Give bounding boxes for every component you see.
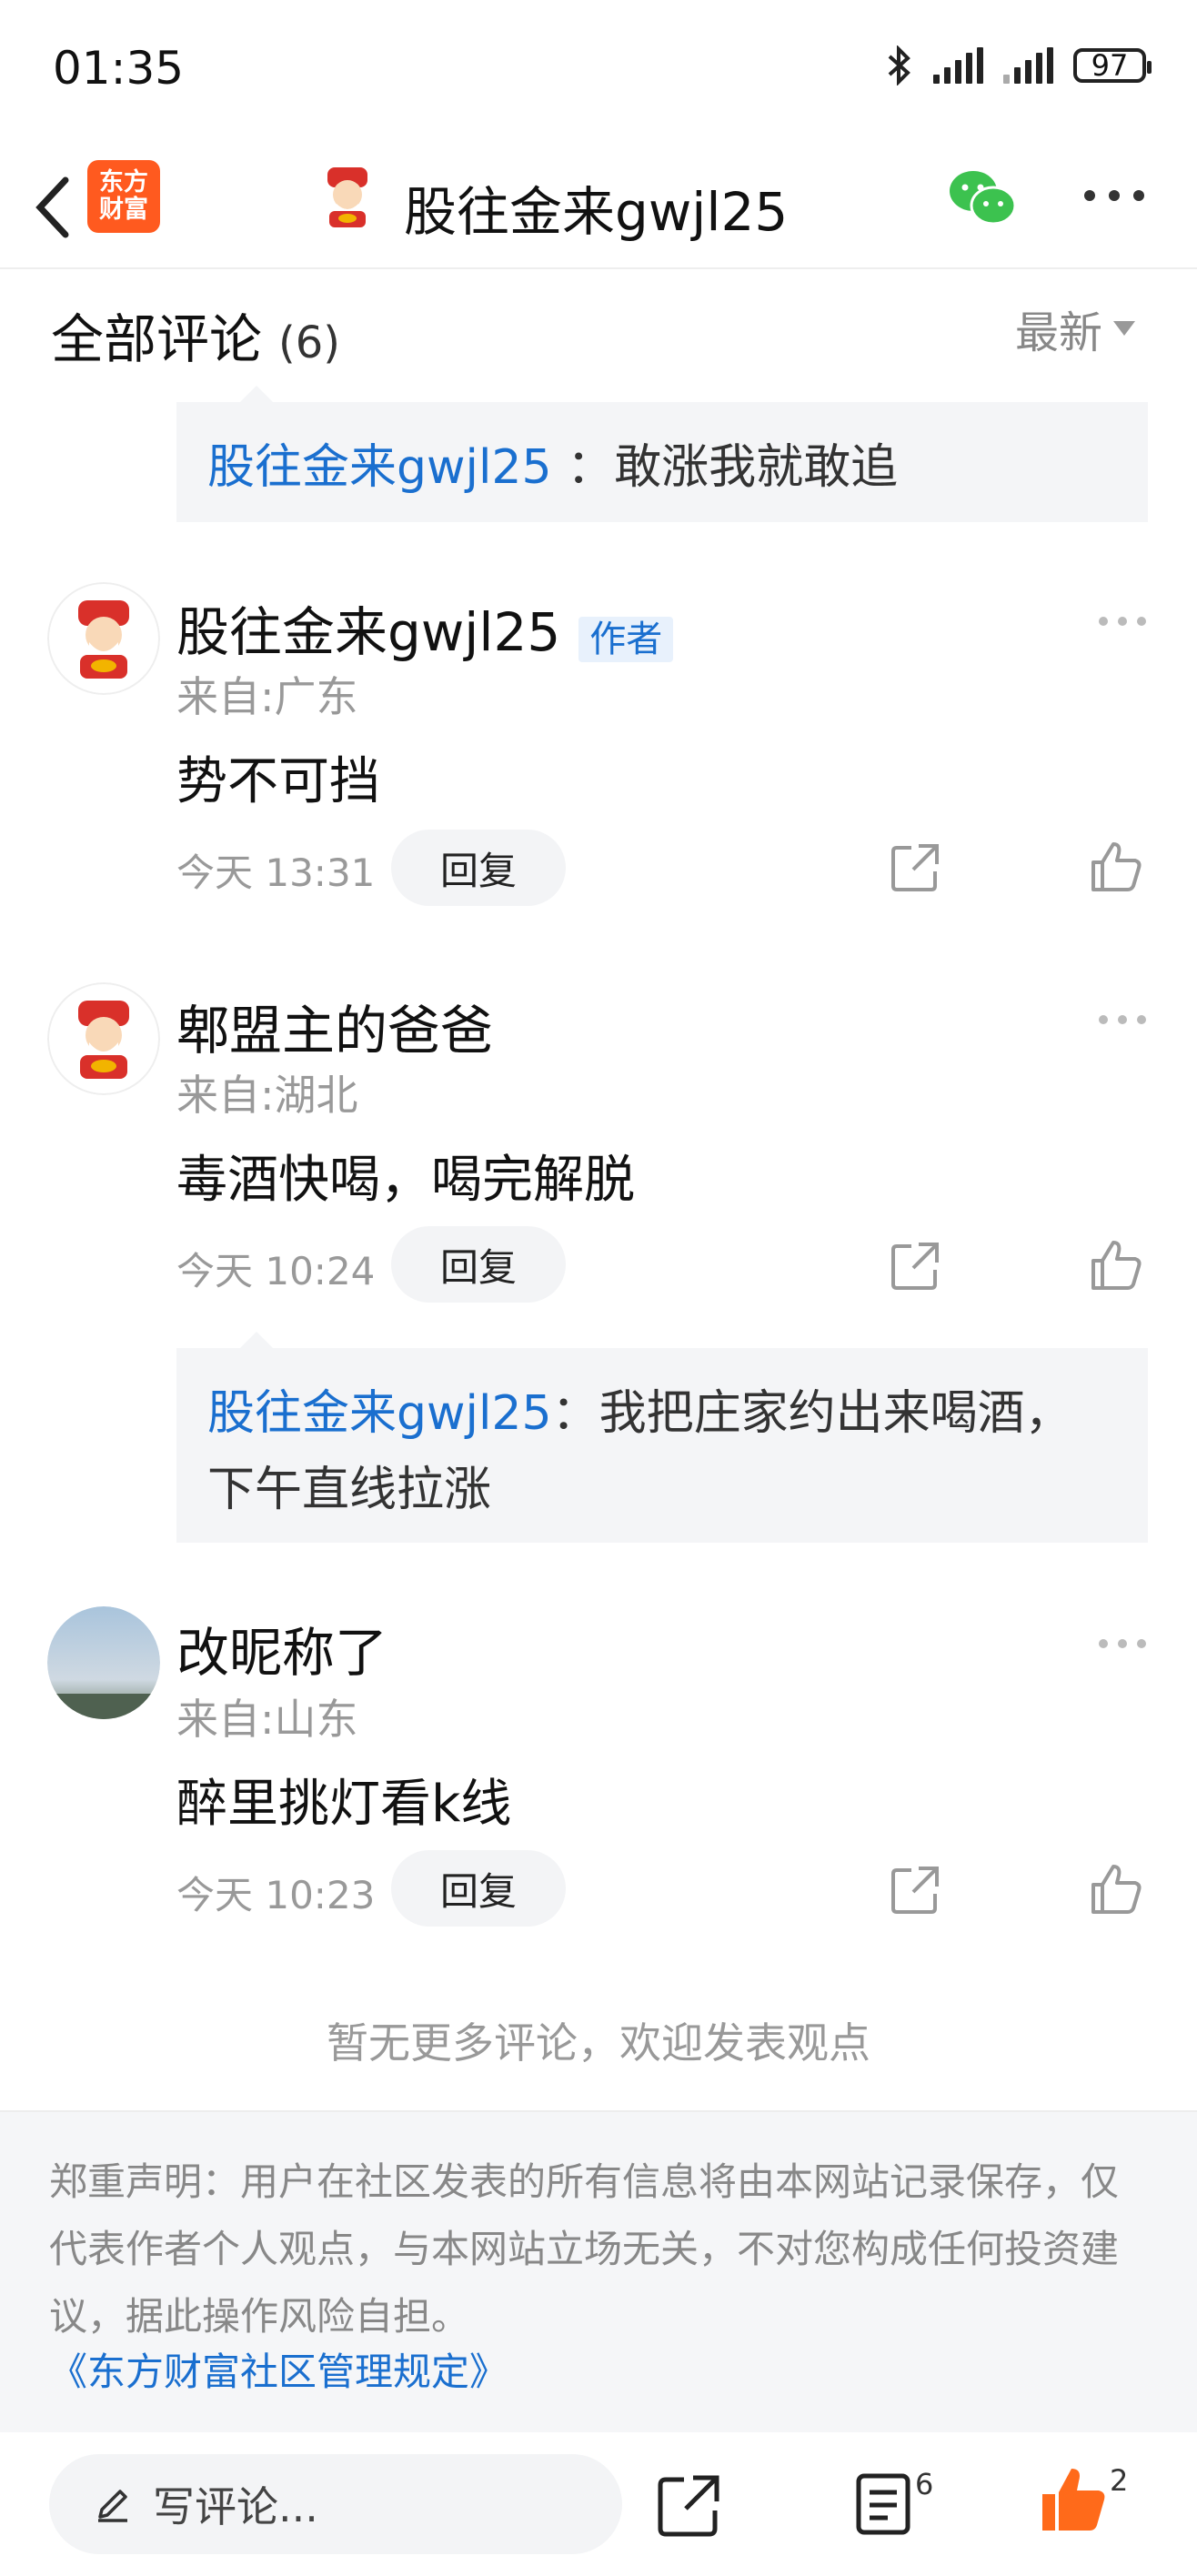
user-avatar-icon[interactable]: [315, 164, 380, 229]
reply-button[interactable]: 回复: [391, 1226, 566, 1303]
wechat-share-icon[interactable]: [946, 166, 1019, 229]
battery-level: 97: [1091, 48, 1129, 83]
brand-logo[interactable]: 东方 财富: [87, 160, 160, 233]
comment-time: 今天 13:31: [176, 850, 376, 895]
brand-line1: 东方: [99, 168, 148, 196]
comment-location: 来自:湖北: [176, 1071, 358, 1120]
comment-time: 今天 10:24: [176, 1249, 376, 1293]
username-text[interactable]: 股往金来gwjl25: [176, 601, 560, 663]
thumbs-up-icon: [1042, 2469, 1105, 2531]
sort-label: 最新: [1015, 307, 1103, 358]
comment-time: 今天 10:23: [176, 1873, 376, 1917]
quoted-username[interactable]: 股往金来gwjl25: [207, 440, 552, 495]
share-icon[interactable]: [655, 2472, 722, 2540]
reply-button[interactable]: 回复: [391, 830, 566, 906]
battery-icon: 97: [1073, 48, 1152, 83]
comment-location: 来自:山东: [176, 1695, 358, 1744]
dropdown-triangle-icon: [1113, 321, 1136, 336]
back-icon[interactable]: [27, 171, 82, 244]
comment-input-placeholder: 写评论...: [153, 2482, 318, 2531]
author-badge: 作者: [578, 616, 674, 662]
signal-icon: [933, 47, 983, 84]
sort-dropdown[interactable]: 最新: [1015, 297, 1136, 360]
no-more-comments: 暂无更多评论，欢迎发表观点: [327, 2018, 870, 2068]
reply-button[interactable]: 回复: [391, 1850, 566, 1927]
quoted-reply[interactable]: 股往金来gwjl25：我把庄家约出来喝酒，下午直线拉涨: [176, 1332, 1148, 1543]
like-button[interactable]: 2: [1037, 2463, 1128, 2536]
like-icon[interactable]: [1088, 1861, 1144, 1917]
comments-section-title: 全部评论 (6): [51, 297, 340, 373]
comment-more-icon[interactable]: [1097, 615, 1148, 628]
share-icon[interactable]: [888, 1239, 942, 1293]
page-title: 股往金来gwjl25: [404, 181, 789, 243]
share-icon[interactable]: [888, 1863, 942, 1917]
avatar[interactable]: [47, 982, 160, 1095]
comments-title: 全部评论: [51, 308, 263, 370]
comment-username[interactable]: 郫盟主的爸爸: [176, 988, 493, 1064]
quoted-text: ：敢涨我就敢追: [567, 440, 899, 495]
community-rules-link[interactable]: 《东方财富社区管理规定》: [49, 2341, 508, 2397]
avatar[interactable]: [47, 1606, 160, 1719]
comment-content: 势不可挡: [176, 752, 380, 811]
like-icon[interactable]: [1088, 839, 1144, 895]
avatar[interactable]: [47, 582, 160, 695]
comment-content: 醉里挑灯看k线: [176, 1775, 512, 1834]
comment-list-icon: [856, 2473, 910, 2535]
comments-count: (6): [278, 317, 341, 368]
comment-username[interactable]: 改昵称了: [176, 1610, 387, 1686]
quoted-reply[interactable]: 股往金来gwjl25 ：敢涨我就敢追: [176, 386, 1148, 522]
pencil-icon: [98, 2490, 127, 2522]
comment-list-button[interactable]: 6: [855, 2467, 933, 2536]
comment-username[interactable]: 股往金来gwjl25 作者: [176, 589, 674, 666]
comment-input[interactable]: 写评论...: [49, 2454, 622, 2554]
comment-content: 毒酒快喝，喝完解脱: [176, 1151, 635, 1210]
like-icon[interactable]: [1088, 1237, 1144, 1293]
comment-more-icon[interactable]: [1097, 1013, 1148, 1026]
brand-line2: 财富: [99, 196, 148, 224]
like-count-badge: 2: [1110, 2463, 1129, 2498]
comment-location: 来自:广东: [176, 672, 358, 721]
share-icon[interactable]: [888, 840, 942, 895]
quoted-username[interactable]: 股往金来gwjl25: [207, 1386, 552, 1441]
comment-more-icon[interactable]: [1097, 1637, 1148, 1650]
more-options-icon[interactable]: [1082, 182, 1146, 209]
status-icons: 97: [886, 45, 1152, 86]
disclaimer-text: 郑重声明：用户在社区发表的所有信息将由本网站记录保存，仅代表作者个人观点，与本网…: [49, 2159, 1120, 2339]
status-time: 01:35: [53, 42, 185, 95]
comment-count-badge: 6: [915, 2467, 934, 2501]
signal-2-icon: [1003, 47, 1053, 84]
bluetooth-icon: [888, 45, 910, 86]
